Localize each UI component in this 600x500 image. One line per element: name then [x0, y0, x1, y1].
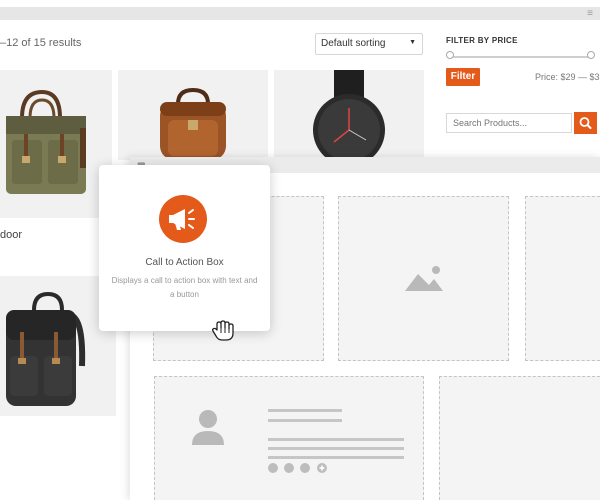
call-to-action-element-card[interactable]: Call to Action Box Displays a call to ac…	[99, 165, 270, 331]
sorting-selected: Default sorting	[321, 38, 386, 49]
search-input[interactable]	[446, 113, 572, 133]
product-image-tote-bag	[6, 89, 86, 194]
menu-icon[interactable]: ≡	[586, 7, 594, 20]
search-icon	[579, 117, 592, 129]
product-title[interactable]: door	[0, 229, 22, 241]
price-range-max-handle[interactable]	[587, 51, 595, 59]
price-range-track[interactable]	[448, 56, 592, 58]
filter-title: FILTER BY PRICE	[446, 36, 518, 45]
megaphone-icon	[159, 195, 207, 243]
text-line-placeholder	[268, 419, 342, 422]
product-image-leather-backpack	[160, 87, 226, 160]
price-range-label: Price: $29 — $369	[535, 72, 600, 82]
product-image-watch	[313, 70, 385, 166]
filter-button[interactable]: Filter	[446, 68, 480, 86]
price-range-min-handle[interactable]	[446, 51, 454, 59]
chevron-down-icon: ▼	[409, 39, 416, 46]
image-icon	[405, 266, 443, 291]
results-count: –12 of 15 results	[0, 37, 82, 49]
placeholder-block[interactable]	[525, 196, 600, 361]
product-card[interactable]	[0, 70, 112, 218]
social-icons	[268, 463, 327, 473]
element-description: Displays a call to action box with text …	[111, 276, 258, 299]
profile-placeholder-block[interactable]	[154, 376, 424, 500]
image-placeholder-block[interactable]	[338, 196, 509, 361]
product-card[interactable]	[274, 70, 424, 166]
text-line-placeholder	[268, 447, 404, 450]
sorting-select[interactable]: Default sorting ▼	[315, 33, 423, 55]
text-line-placeholder	[268, 456, 404, 459]
admin-strip	[0, 7, 600, 20]
user-icon	[192, 410, 224, 445]
text-line-placeholder	[268, 438, 404, 441]
hand-cursor-icon	[212, 320, 234, 341]
product-card[interactable]	[118, 70, 268, 160]
element-title: Call to Action Box	[145, 257, 224, 268]
text-line-placeholder	[268, 409, 342, 412]
placeholder-block[interactable]	[439, 376, 600, 500]
search-button[interactable]	[574, 112, 597, 134]
